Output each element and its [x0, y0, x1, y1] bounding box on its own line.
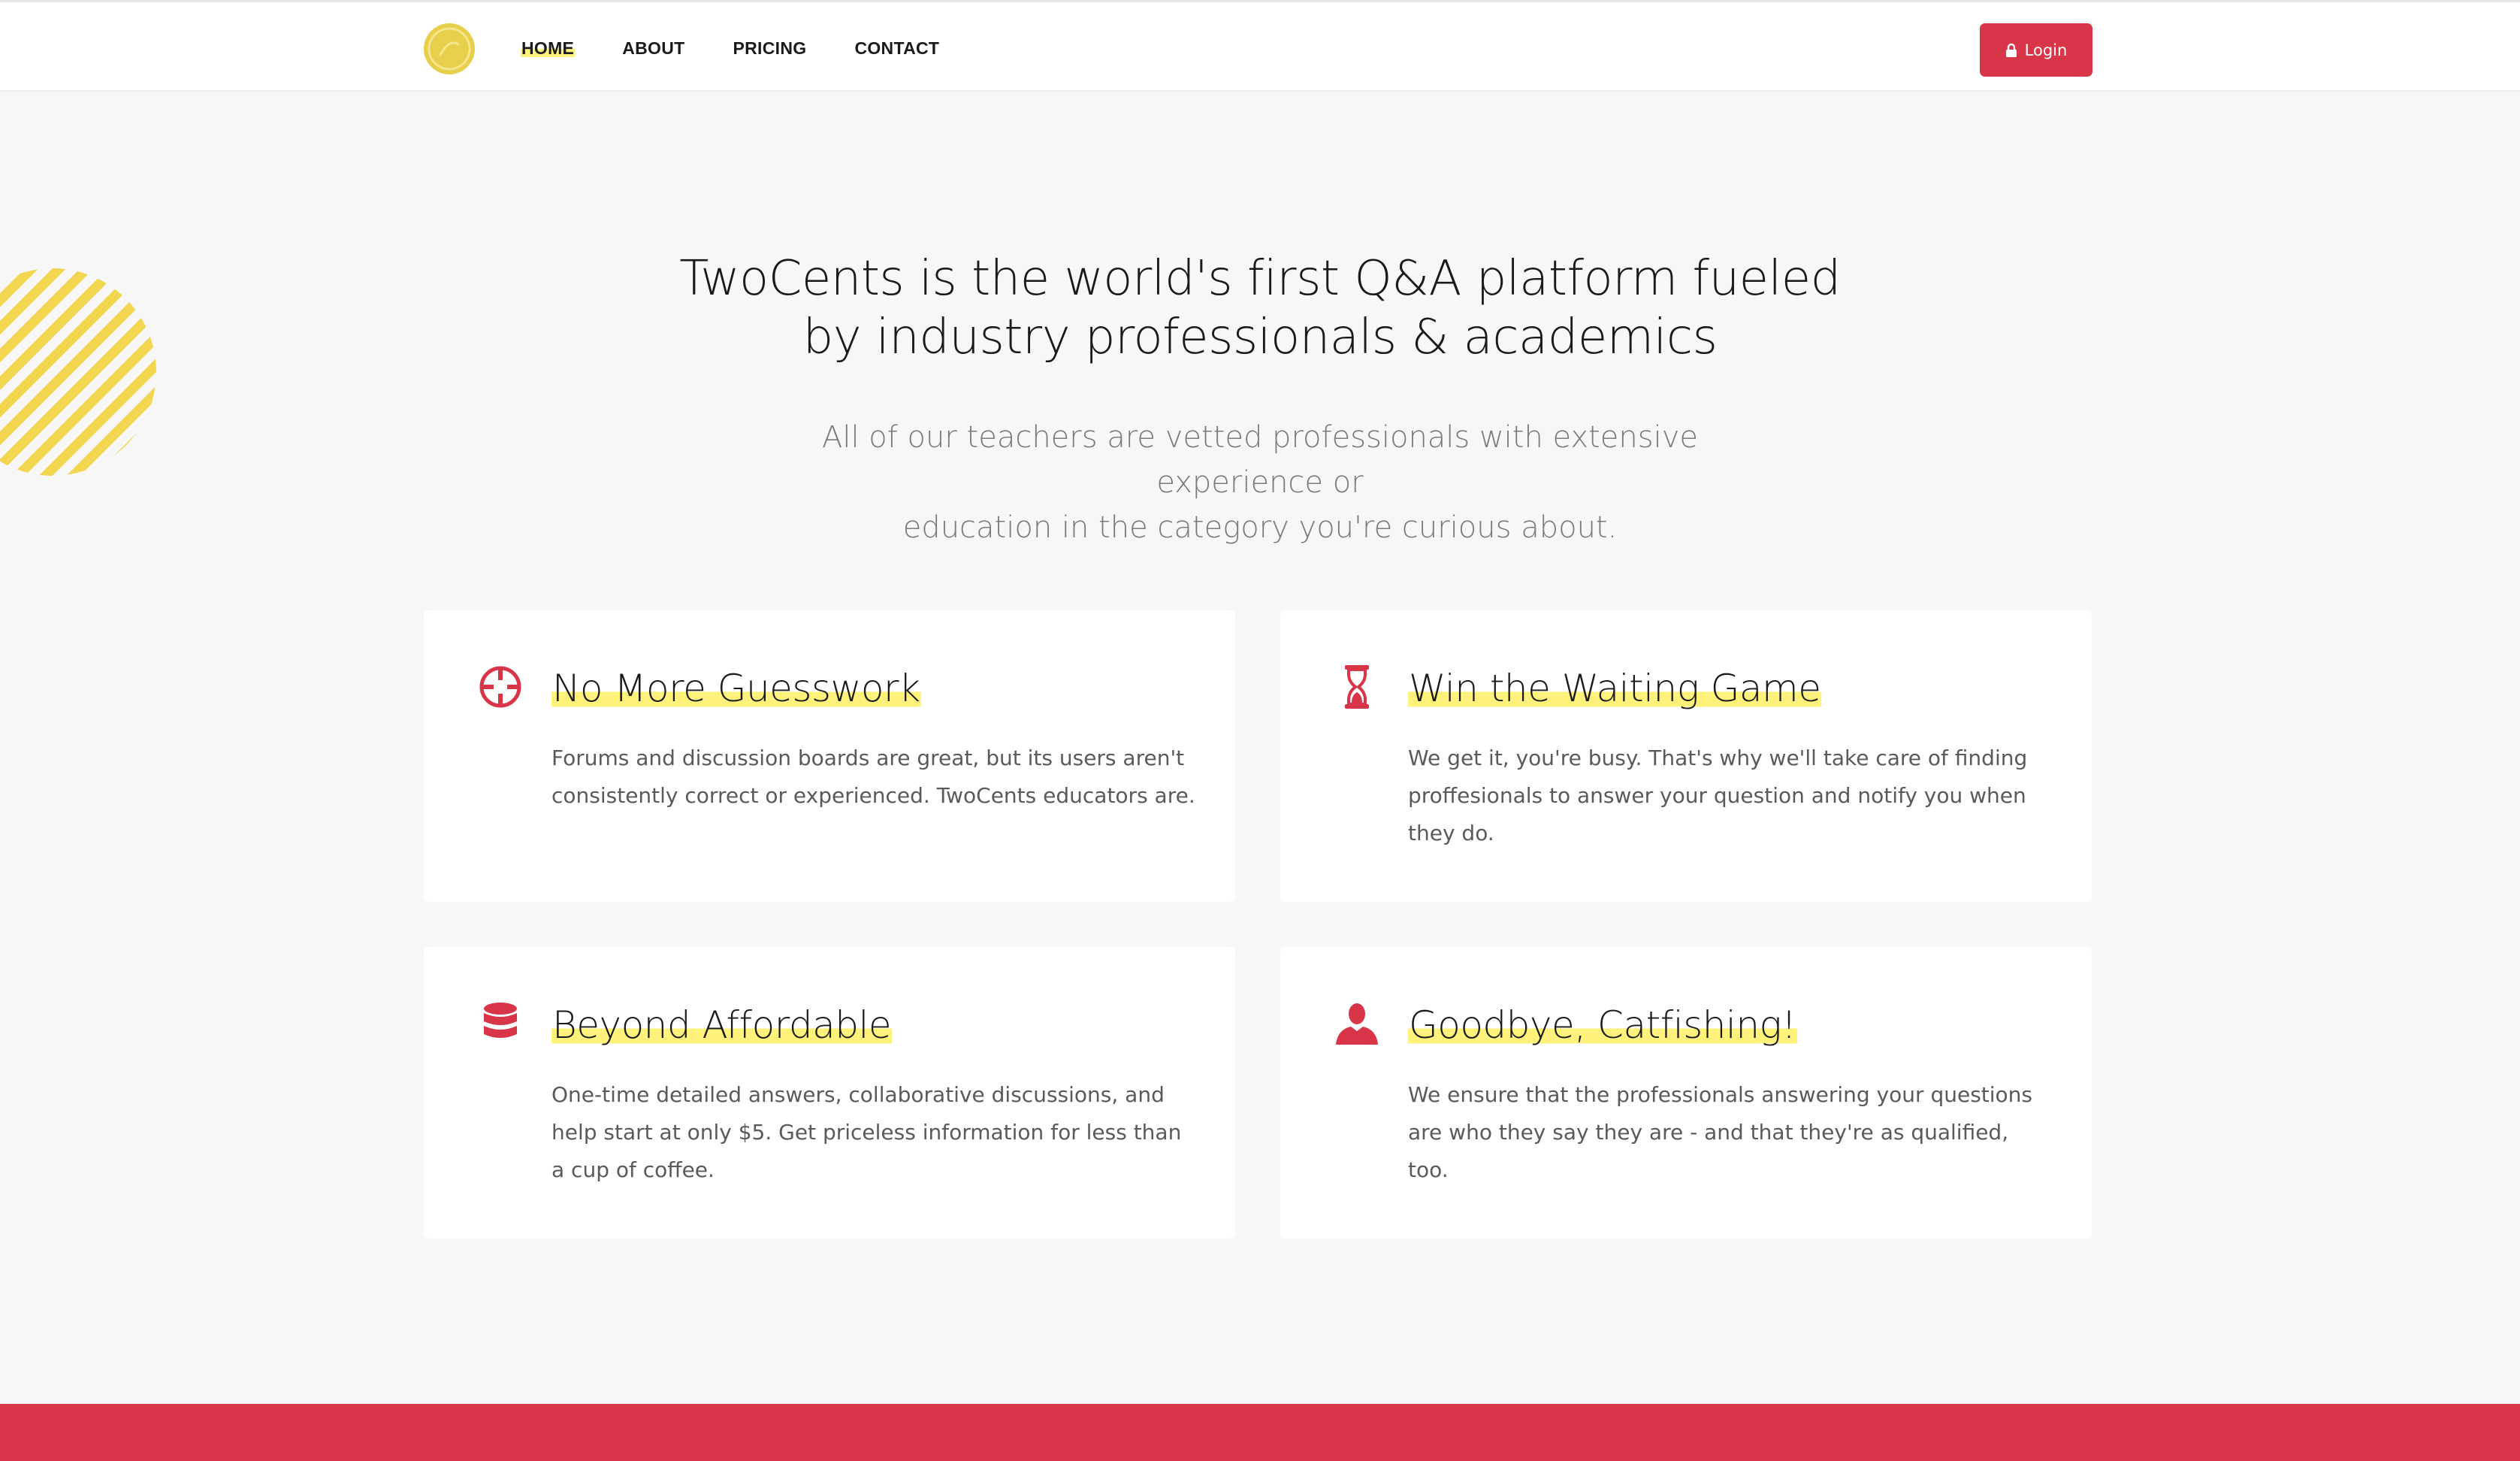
hero-subtitle-line-2: education in the category you're curious…	[902, 510, 1618, 545]
footer-band	[0, 1404, 2520, 1461]
hero-title-line-2: by industry professionals & academics	[802, 310, 1718, 365]
feature-card-catfishing: Goodbye, Catfishing! We ensure that the …	[1280, 947, 2092, 1239]
login-label: Login	[2024, 41, 2068, 59]
feature-text: Forums and discussion boards are great, …	[551, 746, 1195, 808]
feature-title: Beyond Affordable	[551, 1003, 893, 1047]
hero-subtitle: All of our teachers are vetted professio…	[734, 415, 1786, 550]
feature-card-waiting-game: Win the Waiting Game We get it, you're b…	[1280, 610, 2092, 902]
user-icon	[1333, 1000, 1381, 1048]
login-button[interactable]: Login	[1980, 23, 2092, 77]
coin-logo-icon[interactable]	[422, 22, 476, 76]
top-navbar: HOME ABOUT PRICING CONTACT Login	[0, 0, 2520, 92]
hero-title: TwoCents is the world's first Q&A platfo…	[659, 250, 1861, 367]
feature-title: No More Guesswork	[551, 667, 921, 710]
database-icon	[476, 1000, 524, 1048]
hourglass-icon	[1333, 663, 1381, 711]
hero-subtitle-line-1: All of our teachers are vetted professio…	[821, 420, 1699, 500]
feature-text: We ensure that the professionals answeri…	[1408, 1082, 2033, 1182]
feature-text: One-time detailed answers, collaborative…	[551, 1082, 1182, 1182]
main-nav: HOME ABOUT PRICING CONTACT	[521, 2, 940, 94]
nav-home-link[interactable]: HOME	[521, 38, 576, 59]
decorative-striped-circle	[0, 267, 162, 477]
nav-contact-link[interactable]: CONTACT	[854, 38, 940, 59]
lock-icon	[2005, 43, 2017, 58]
feature-title: Win the Waiting Game	[1408, 667, 1822, 710]
crosshair-icon	[476, 663, 524, 711]
feature-card-guesswork: No More Guesswork Forums and discussion …	[424, 610, 1235, 902]
hero-title-line-1: TwoCents is the world's first Q&A platfo…	[679, 251, 1841, 307]
nav-about-link[interactable]: ABOUT	[621, 38, 685, 59]
feature-card-affordable: Beyond Affordable One-time detailed answ…	[424, 947, 1235, 1239]
feature-title: Goodbye, Catfishing!	[1408, 1003, 1797, 1047]
nav-pricing-link[interactable]: PRICING	[732, 38, 807, 59]
feature-text: We get it, you're busy. That's why we'll…	[1408, 746, 2028, 845]
